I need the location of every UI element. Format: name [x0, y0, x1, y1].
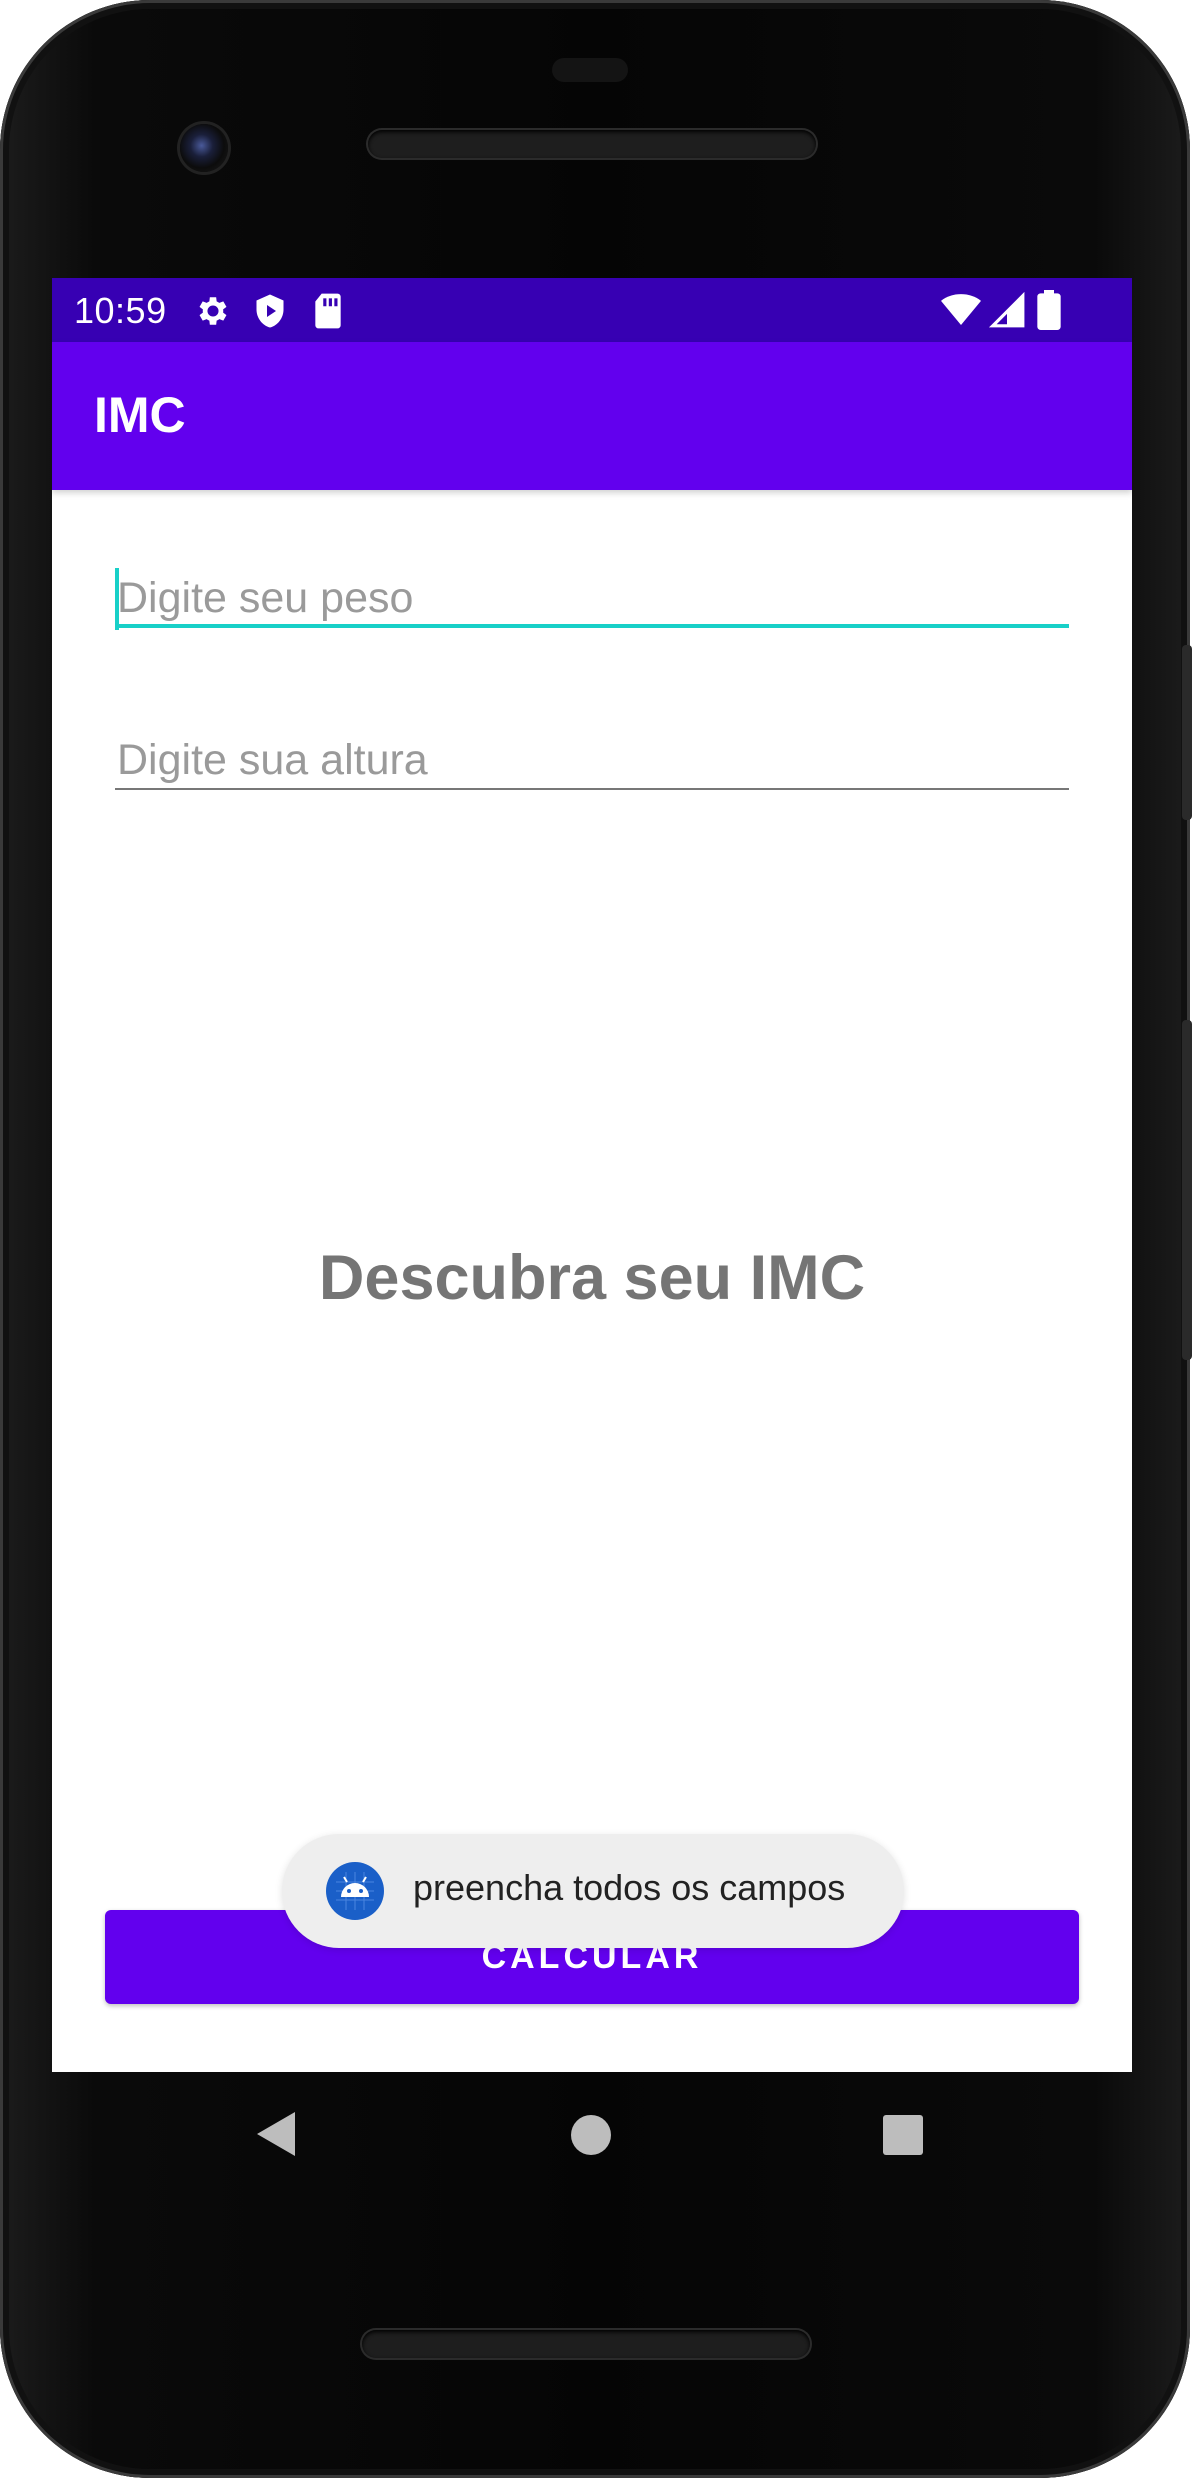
screen: 10:59 IMC Digite seu peso Digite sua alt… — [52, 278, 1132, 2072]
height-input[interactable]: Digite sua altura — [115, 730, 1069, 790]
height-placeholder: Digite sua altura — [117, 736, 428, 784]
result-text: Descubra seu IMC — [318, 1243, 866, 1313]
gear-icon — [199, 297, 227, 325]
shield-icon — [256, 294, 284, 328]
weight-input[interactable]: Digite seu peso — [115, 568, 1069, 630]
android-icon — [326, 1862, 384, 1920]
sd-card-icon — [315, 293, 341, 329]
front-camera — [180, 124, 228, 172]
app-bar: IMC — [52, 342, 1132, 490]
proximity-sensor — [552, 58, 628, 82]
weight-underline — [115, 624, 1069, 628]
wifi-icon — [941, 294, 981, 325]
battery-icon — [1037, 290, 1061, 330]
status-time: 10:59 — [74, 290, 167, 331]
recents-icon[interactable] — [882, 2114, 924, 2156]
power-button — [1182, 645, 1192, 820]
height-underline — [115, 788, 1069, 790]
phone-frame: 10:59 IMC Digite seu peso Digite sua alt… — [0, 0, 1192, 2478]
weight-placeholder: Digite seu peso — [117, 574, 414, 622]
bottom-speaker — [362, 2330, 810, 2358]
earpiece-speaker — [368, 130, 816, 158]
app-title: IMC — [94, 387, 186, 443]
volume-button — [1182, 1020, 1192, 1360]
toast-message: preencha todos os campos — [413, 1867, 846, 1908]
cell-signal-icon — [988, 291, 1025, 328]
home-icon[interactable] — [570, 2114, 612, 2156]
status-bar: 10:59 — [52, 278, 1132, 342]
back-icon[interactable] — [255, 2110, 299, 2158]
toast: preencha todos os campos — [282, 1834, 904, 1948]
